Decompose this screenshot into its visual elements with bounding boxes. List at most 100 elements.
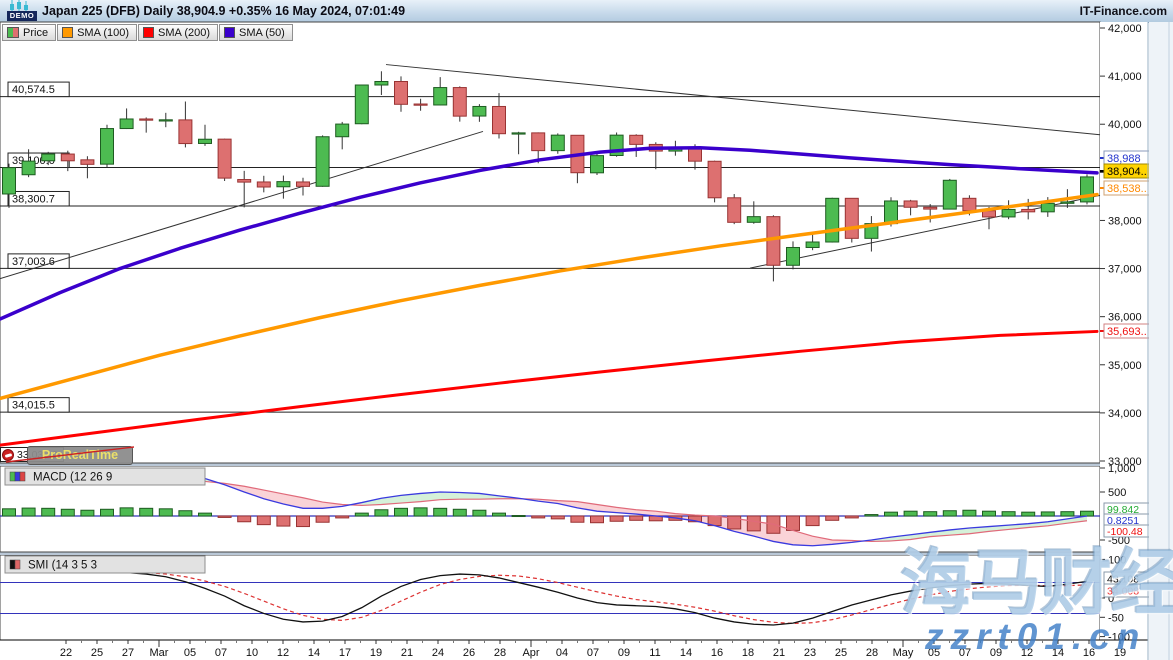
candle-body bbox=[297, 182, 310, 186]
time-tick-label: 22 bbox=[60, 647, 72, 659]
candle-body bbox=[904, 201, 917, 207]
macd-histogram-bar bbox=[630, 516, 643, 520]
macd-tick-label: 1,000 bbox=[1108, 463, 1136, 475]
candle-body bbox=[787, 247, 800, 265]
candle-body bbox=[1061, 202, 1074, 203]
macd-histogram-bar bbox=[924, 512, 937, 516]
candle-body bbox=[159, 120, 172, 121]
indicator-swatch-icon bbox=[15, 560, 20, 569]
candle bbox=[845, 198, 858, 242]
smi-tick-label: 100 bbox=[1108, 554, 1126, 566]
candle-body bbox=[924, 207, 937, 209]
macd-histogram-bar bbox=[179, 511, 192, 516]
candle-body bbox=[453, 88, 466, 117]
candle bbox=[551, 133, 564, 153]
candle-body bbox=[375, 81, 388, 85]
candle-body bbox=[532, 133, 545, 151]
macd-histogram-bar bbox=[885, 512, 898, 516]
macd-histogram-bar bbox=[297, 516, 310, 527]
indicator-swatch-icon bbox=[10, 560, 15, 569]
macd-histogram-bar bbox=[1022, 512, 1035, 516]
candle bbox=[453, 86, 466, 121]
legend-label: SMA (50) bbox=[239, 27, 285, 39]
candle bbox=[101, 125, 114, 168]
macd-histogram-bar bbox=[3, 509, 16, 516]
macd-legend-chip[interactable]: MACD (12 26 9 bbox=[5, 468, 205, 485]
macd-histogram-bar bbox=[473, 510, 486, 516]
time-axis[interactable] bbox=[0, 640, 1148, 660]
legend-swatch-icon bbox=[7, 27, 19, 38]
candle bbox=[218, 139, 231, 181]
candle-body bbox=[747, 217, 760, 223]
macd-histogram-bar bbox=[747, 516, 760, 531]
time-tick-label: 11 bbox=[649, 647, 660, 659]
macd-histogram-bar bbox=[61, 509, 74, 516]
price-value-label: 38,538.. bbox=[1107, 183, 1147, 195]
price-tick-label: 37,000 bbox=[1108, 264, 1142, 276]
time-tick-label: 09 bbox=[990, 647, 1002, 659]
time-tick-label: 07 bbox=[959, 647, 971, 659]
candle-body bbox=[336, 124, 349, 137]
smi-legend-chip[interactable]: SMI (14 3 5 3 bbox=[5, 556, 205, 573]
legend-chip-price[interactable]: Price bbox=[2, 24, 56, 41]
macd-histogram-bar bbox=[610, 516, 623, 521]
indicator-swatch-icon bbox=[15, 472, 20, 481]
legend-swatch-icon bbox=[224, 27, 235, 38]
candle-body bbox=[630, 135, 643, 144]
chart-application: DEMO Japan 225 (DFB) Daily 38,904.9 +0.3… bbox=[0, 0, 1173, 660]
panel-separator bbox=[0, 553, 1100, 556]
macd-histogram-bar bbox=[336, 516, 349, 518]
macd-histogram-bar bbox=[826, 516, 839, 520]
macd-value-label: -100.48 bbox=[1107, 526, 1143, 538]
legend-chip-sma-100[interactable]: SMA (100) bbox=[57, 24, 137, 41]
macd-histogram-bar bbox=[22, 508, 35, 516]
candle-body bbox=[473, 106, 486, 116]
macd-histogram-bar bbox=[904, 511, 917, 516]
time-tick-label: 21 bbox=[773, 647, 785, 659]
macd-histogram-bar bbox=[375, 510, 388, 516]
candle-body bbox=[316, 137, 329, 187]
candle-body bbox=[179, 120, 192, 144]
legend-swatch-icon bbox=[62, 27, 73, 38]
time-tick-label: 04 bbox=[556, 647, 568, 659]
candle bbox=[316, 135, 329, 186]
candle-body bbox=[1022, 209, 1035, 211]
macd-histogram-bar bbox=[983, 511, 996, 516]
time-tick-label: 14 bbox=[1052, 647, 1064, 659]
macd-histogram-bar bbox=[963, 510, 976, 516]
candle-body bbox=[806, 242, 819, 247]
time-tick-label: 23 bbox=[804, 647, 816, 659]
indicator-legend: Price SMA (100) SMA (200) SMA (50) bbox=[2, 24, 293, 41]
time-tick-label: 18 bbox=[742, 647, 754, 659]
legend-chip-sma-50[interactable]: SMA (50) bbox=[219, 24, 293, 41]
candle-body bbox=[22, 161, 35, 175]
time-tick-label: 25 bbox=[91, 647, 103, 659]
candle-body bbox=[81, 160, 94, 165]
macd-legend-chip-label: MACD (12 26 9 bbox=[33, 472, 112, 484]
candle-body bbox=[120, 119, 133, 129]
candle-body bbox=[199, 139, 212, 143]
prorealtime-watermark-group: 33,030.0 ProRealTime bbox=[0, 445, 200, 465]
price-tick-label: 36,000 bbox=[1108, 312, 1142, 324]
candle-body bbox=[3, 168, 16, 194]
main-price-panel[interactable] bbox=[0, 22, 1100, 463]
time-tick-label: 10 bbox=[246, 647, 258, 659]
candle-body bbox=[257, 182, 270, 187]
time-tick-label: 16 bbox=[1083, 647, 1095, 659]
macd-histogram-bar bbox=[414, 508, 427, 516]
time-tick-label: 14 bbox=[680, 647, 692, 659]
legend-label: SMA (100) bbox=[77, 27, 129, 39]
legend-chip-sma-200[interactable]: SMA (200) bbox=[138, 24, 218, 41]
price-level-label: 38,300.7 bbox=[12, 193, 55, 205]
chart-canvas[interactable]: 42,00041,00040,00039,00038,00037,00036,0… bbox=[0, 0, 1173, 660]
time-tick-label: Apr bbox=[522, 647, 539, 659]
macd-histogram-bar bbox=[865, 515, 878, 516]
candle-body bbox=[591, 156, 604, 173]
macd-histogram-bar bbox=[1002, 512, 1015, 516]
price-tick-label: 40,000 bbox=[1108, 119, 1142, 131]
legend-label: Price bbox=[23, 27, 48, 39]
price-tick-label: 41,000 bbox=[1108, 71, 1142, 83]
candle-body bbox=[355, 85, 368, 124]
macd-histogram-bar bbox=[81, 510, 94, 516]
macd-histogram-bar bbox=[453, 509, 466, 516]
